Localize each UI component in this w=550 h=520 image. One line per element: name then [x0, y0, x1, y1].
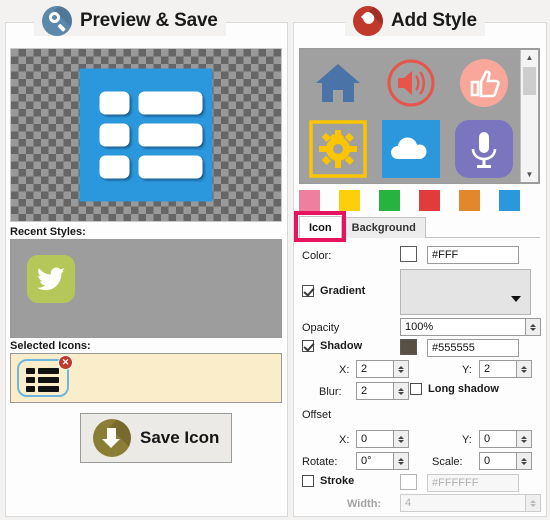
offset-x-stepper[interactable]: [394, 430, 409, 448]
blur-input[interactable]: 2: [356, 382, 394, 400]
offset-y-input[interactable]: 0: [479, 430, 517, 448]
recent-styles-label: Recent Styles:: [10, 226, 86, 238]
color-label: Color:: [302, 250, 332, 262]
stroke-label: Stroke: [320, 475, 355, 487]
save-icon-button[interactable]: Save Icon: [80, 413, 232, 463]
shadow-checkbox-row[interactable]: Shadow: [302, 340, 362, 352]
rotate-input[interactable]: 0°: [356, 452, 394, 470]
offset-x-label: X:: [339, 434, 350, 446]
swatch-orange[interactable]: [459, 190, 480, 211]
style-cloud-icon[interactable]: [381, 119, 441, 179]
scroll-down-icon[interactable]: ▼: [521, 167, 538, 182]
offset-x-input[interactable]: 0: [356, 430, 394, 448]
scale-stepper[interactable]: [517, 452, 532, 470]
icon-tab-highlight-annotation: [294, 211, 346, 242]
shadow-x-label: X:: [339, 364, 350, 376]
list-icon: [26, 368, 59, 395]
width-label: Width:: [347, 498, 382, 510]
scale-input[interactable]: 0: [479, 452, 517, 470]
gradient-label: Gradient: [320, 285, 366, 297]
rotate-stepper[interactable]: [394, 452, 409, 470]
width-input[interactable]: 4: [400, 494, 526, 512]
stroke-color-input[interactable]: #FFFFFF: [427, 474, 519, 492]
preview-list-icon: [79, 68, 213, 202]
rotate-label: Rotate:: [302, 456, 338, 468]
opacity-label: Opacity: [302, 322, 340, 334]
twitter-bird-icon: [37, 267, 65, 291]
recent-style-item[interactable]: [27, 255, 75, 303]
stroke-color-swatch-button[interactable]: [400, 474, 417, 490]
selected-icons-label: Selected Icons:: [10, 340, 91, 352]
shadow-color-swatch-button[interactable]: [400, 339, 417, 355]
recent-styles-list[interactable]: [10, 239, 282, 338]
selected-icon-item[interactable]: ✕: [17, 355, 73, 397]
search-icon: [42, 6, 72, 36]
gradient-checkbox[interactable]: [302, 285, 314, 297]
preview-save-title: Preview & Save: [80, 10, 218, 31]
swatch-green[interactable]: [379, 190, 400, 211]
color-swatch-button[interactable]: [400, 246, 417, 262]
shadow-color-input[interactable]: #555555: [427, 339, 519, 357]
style-speaker-icon[interactable]: [381, 53, 441, 113]
chevron-down-icon: [511, 296, 521, 302]
selected-icons-list[interactable]: ✕: [10, 353, 282, 403]
shadow-x-stepper[interactable]: [394, 360, 409, 378]
gradient-checkbox-row[interactable]: Gradient: [302, 285, 365, 297]
scroll-up-icon[interactable]: ▲: [521, 50, 538, 65]
style-microphone-icon[interactable]: [454, 119, 514, 179]
style-gallery[interactable]: ▲ ▼: [299, 48, 540, 184]
swatch-pink[interactable]: [299, 190, 320, 211]
scale-label: Scale:: [432, 456, 463, 468]
stroke-checkbox-row[interactable]: Stroke: [302, 475, 354, 487]
style-thumbs-up-icon[interactable]: [454, 53, 514, 113]
opacity-input[interactable]: 100%: [400, 318, 526, 336]
save-icon-label: Save Icon: [140, 428, 220, 447]
tab-background[interactable]: Background: [341, 217, 426, 238]
width-stepper[interactable]: [526, 494, 541, 512]
blur-label: Blur:: [319, 386, 342, 398]
long-shadow-label: Long shadow: [428, 383, 499, 395]
stroke-checkbox[interactable]: [302, 475, 314, 487]
scrollbar-thumb[interactable]: [523, 67, 536, 95]
long-shadow-checkbox[interactable]: [410, 383, 422, 395]
style-gear-icon[interactable]: [308, 119, 368, 179]
shadow-checkbox[interactable]: [302, 340, 314, 352]
color-value-input[interactable]: #FFF: [427, 246, 519, 264]
add-style-title: Add Style: [391, 10, 477, 31]
icon-style-editor: Preview & Save Recent Styles: Selected I…: [0, 0, 550, 520]
offset-y-stepper[interactable]: [517, 430, 532, 448]
download-arrow-icon: [93, 419, 131, 457]
opacity-stepper[interactable]: [526, 318, 541, 336]
swatch-blue[interactable]: [499, 190, 520, 211]
gallery-scrollbar[interactable]: ▲ ▼: [520, 50, 538, 182]
add-style-header: Add Style: [345, 6, 485, 36]
gradient-dropdown[interactable]: [400, 269, 531, 315]
remove-icon[interactable]: ✕: [58, 355, 73, 370]
offset-label: Offset: [302, 409, 332, 421]
icon-preview-canvas[interactable]: [10, 48, 282, 222]
shadow-y-input[interactable]: 2: [479, 360, 517, 378]
shadow-label: Shadow: [320, 340, 363, 352]
style-home-icon[interactable]: [308, 53, 368, 113]
offset-y-label: Y:: [462, 434, 472, 446]
preview-save-header: Preview & Save: [34, 6, 226, 36]
long-shadow-checkbox-row[interactable]: Long shadow: [410, 383, 499, 395]
droplet-icon: [353, 6, 383, 36]
swatch-red[interactable]: [419, 190, 440, 211]
swatch-yellow[interactable]: [339, 190, 360, 211]
color-swatch-row: [299, 190, 520, 211]
blur-stepper[interactable]: [394, 382, 409, 400]
shadow-y-label: Y:: [462, 364, 472, 376]
shadow-y-stepper[interactable]: [517, 360, 532, 378]
shadow-x-input[interactable]: 2: [356, 360, 394, 378]
